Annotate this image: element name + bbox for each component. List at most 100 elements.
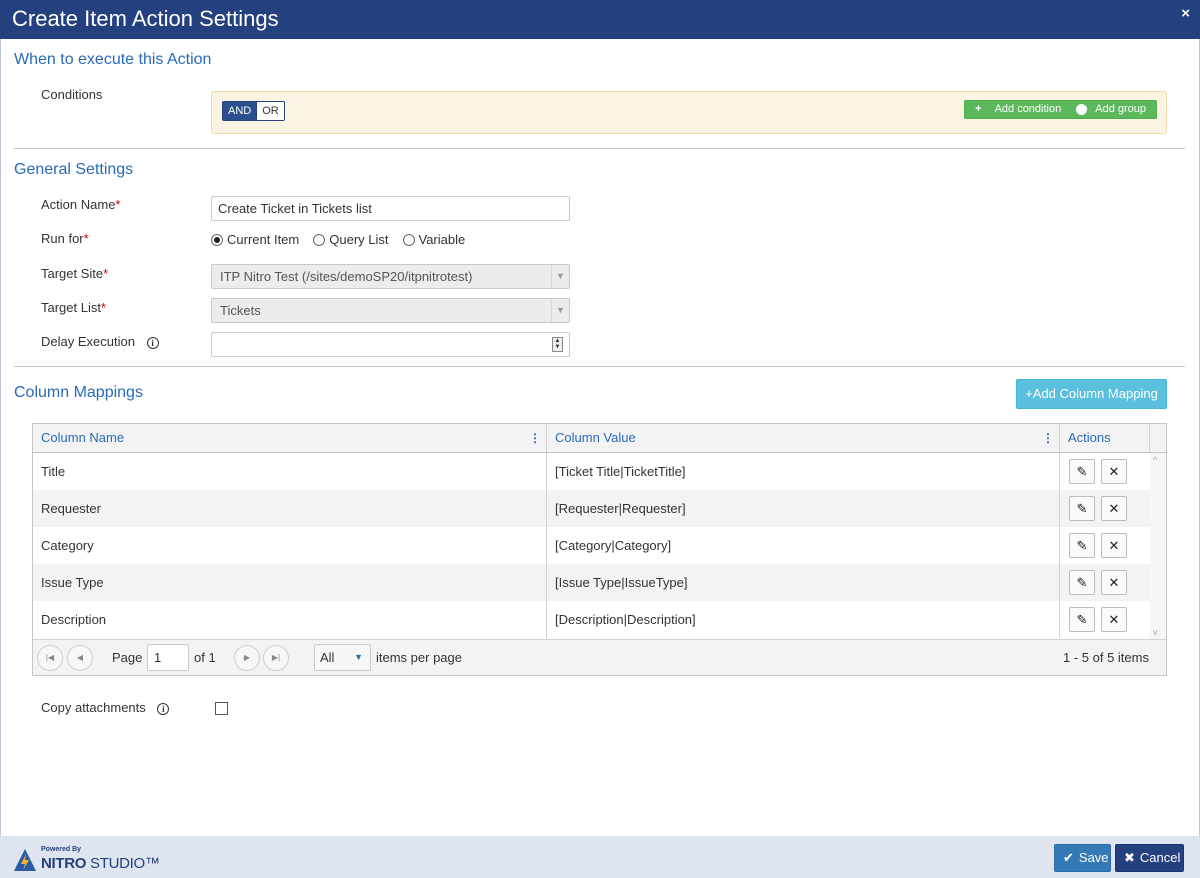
x-icon: ✖ — [1124, 850, 1135, 865]
required-mark: * — [83, 231, 89, 246]
radio-button-selected[interactable] — [211, 233, 223, 246]
first-page-icon[interactable]: |◀ — [37, 645, 63, 671]
radio-label: Query List — [329, 232, 389, 247]
save-button[interactable]: ✔ Save — [1054, 844, 1111, 872]
cell-column-name: Title — [33, 453, 547, 490]
cell-column-name: Issue Type — [33, 564, 547, 601]
page-label: Page — [112, 650, 143, 665]
cancel-button[interactable]: ✖ Cancel — [1115, 844, 1184, 872]
cell-actions: ✎ ✕ — [1060, 527, 1150, 564]
copy-attachments-checkbox[interactable] — [215, 702, 228, 715]
previous-page-icon[interactable]: ◀ — [67, 645, 93, 671]
action-name-label-text: Action Name — [41, 197, 116, 212]
cell-column-value: [Ticket Title|TicketTitle] — [547, 453, 1060, 490]
pencil-icon[interactable]: ✎ — [1069, 570, 1095, 595]
cell-column-value: [Category|Category] — [547, 527, 1060, 564]
info-icon[interactable]: i — [146, 336, 159, 349]
brand-bold: NITRO — [41, 855, 87, 872]
target-site-label-text: Target Site — [41, 266, 104, 281]
column-menu-icon[interactable]: ⋮ — [1042, 424, 1054, 452]
last-page-icon[interactable]: ▶| — [263, 645, 289, 671]
close-icon[interactable]: × — [1181, 5, 1190, 22]
page-size-select[interactable]: All ▼ — [314, 644, 371, 671]
add-column-mapping-label: Add Column Mapping — [1032, 386, 1158, 401]
delete-x-icon[interactable]: ✕ — [1101, 496, 1127, 521]
circle-plus-icon: + — [1076, 103, 1088, 115]
column-header-value[interactable]: Column Value ⋮ — [547, 424, 1060, 452]
add-group-button[interactable]: + Add group — [1071, 101, 1156, 118]
add-condition-label: Add condition — [994, 103, 1062, 115]
radio-label: Variable — [418, 232, 466, 247]
radio-query-list[interactable]: Query List — [313, 232, 389, 247]
or-button[interactable]: OR — [257, 101, 285, 121]
pencil-icon[interactable]: ✎ — [1069, 459, 1095, 484]
page-number-input[interactable]: 1 — [147, 644, 189, 671]
delay-execution-input[interactable]: ▲ ▼ — [211, 332, 570, 357]
radio-button[interactable] — [402, 233, 415, 246]
page-size-value: All — [320, 650, 335, 665]
radio-label: Current Item — [227, 232, 300, 247]
next-page-icon[interactable]: ▶ — [234, 645, 260, 671]
required-mark: * — [103, 266, 109, 281]
add-condition-button[interactable]: + Add condition — [965, 101, 1071, 118]
chevron-down-icon[interactable]: ▼ — [354, 645, 363, 670]
page-count-label: of 1 — [194, 650, 216, 665]
copy-attachments-label-text: Copy attachments — [41, 700, 146, 715]
dialog-footer: Powered By NITRO STUDIO™ ✔ Save ✖ Cancel — [0, 836, 1200, 878]
target-list-select[interactable]: Tickets ▼ — [211, 298, 570, 323]
cell-actions: ✎ ✕ — [1060, 601, 1150, 638]
target-list-label: Target List* — [41, 300, 106, 315]
scroll-up-icon[interactable]: ^ — [1153, 455, 1157, 465]
and-or-toggle: AND OR — [222, 101, 285, 121]
add-column-mapping-button[interactable]: +Add Column Mapping — [1016, 379, 1167, 409]
column-mappings-grid: Column Name ⋮ Column Value ⋮ Actions Tit… — [32, 423, 1167, 676]
delete-x-icon[interactable]: ✕ — [1101, 533, 1127, 558]
radio-variable[interactable]: Variable — [402, 232, 466, 247]
cell-actions: ✎ ✕ — [1060, 490, 1150, 527]
section-title-mappings: Column Mappings — [14, 384, 143, 401]
cancel-label: Cancel — [1139, 850, 1181, 865]
pencil-icon[interactable]: ✎ — [1069, 533, 1095, 558]
condition-buttons: + Add condition + Add group — [964, 100, 1157, 119]
action-name-label: Action Name* — [41, 197, 120, 212]
pencil-icon[interactable]: ✎ — [1069, 496, 1095, 521]
chevron-down-icon[interactable]: ▼ — [551, 265, 569, 288]
run-for-radio-group: Current Item Query List Variable — [211, 232, 465, 247]
target-site-label: Target Site* — [41, 266, 108, 281]
cell-column-value: [Description|Description] — [547, 601, 1060, 638]
info-icon[interactable]: i — [157, 702, 170, 715]
column-header-label: Actions — [1068, 430, 1111, 445]
dialog-titlebar: Create Item Action Settings × — [0, 0, 1200, 39]
and-button[interactable]: AND — [222, 101, 258, 121]
target-site-select[interactable]: ITP Nitro Test (/sites/demoSP20/itpnitro… — [211, 264, 570, 289]
delete-x-icon[interactable]: ✕ — [1101, 459, 1127, 484]
pencil-icon[interactable]: ✎ — [1069, 607, 1095, 632]
column-header-name[interactable]: Column Name ⋮ — [33, 424, 547, 452]
radio-button[interactable] — [313, 233, 326, 246]
copy-attachments-label: Copy attachments i — [41, 700, 170, 715]
chevron-down-icon[interactable]: ▼ — [551, 299, 569, 322]
required-mark: * — [100, 300, 107, 315]
plus-icon: + — [1025, 386, 1033, 401]
items-per-page-label: items per page — [376, 650, 462, 665]
radio-current-item[interactable]: Current Item — [211, 232, 299, 247]
action-name-input[interactable]: Create Ticket in Tickets list — [211, 196, 570, 221]
cell-column-name: Requester — [33, 490, 547, 527]
conditions-label: Conditions — [41, 87, 103, 102]
powered-by-text: Powered By — [41, 846, 82, 853]
target-list-value: Tickets — [220, 303, 261, 318]
required-mark: * — [115, 197, 121, 212]
cell-column-name: Category — [33, 527, 547, 564]
delay-execution-label-text: Delay Execution — [41, 334, 135, 349]
vertical-scrollbar[interactable]: ^ v — [1150, 453, 1166, 639]
conditions-builder: AND OR + Add condition + Add group — [211, 91, 1167, 134]
column-menu-icon[interactable]: ⋮ — [529, 424, 541, 452]
table-row: Category [Category|Category] ✎ ✕ — [33, 527, 1150, 564]
target-site-value: ITP Nitro Test (/sites/demoSP20/itpnitro… — [220, 269, 473, 284]
spinner-icon[interactable]: ▲ ▼ — [552, 337, 563, 352]
scroll-down-icon[interactable]: v — [1153, 627, 1158, 637]
delete-x-icon[interactable]: ✕ — [1101, 570, 1127, 595]
delete-x-icon[interactable]: ✕ — [1101, 607, 1127, 632]
column-header-label: Column Value — [555, 430, 636, 445]
nitro-studio-logo: Powered By NITRO STUDIO™ — [13, 844, 160, 872]
